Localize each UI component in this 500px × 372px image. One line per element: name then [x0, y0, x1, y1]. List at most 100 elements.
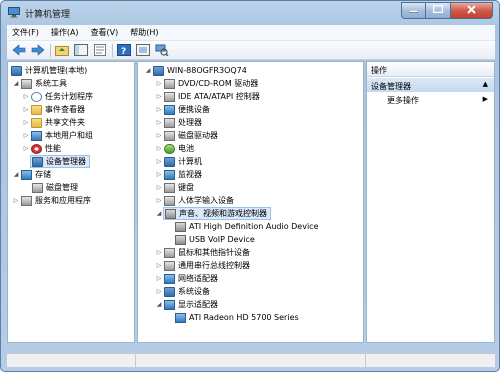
expander-icon[interactable]: ▷	[155, 80, 163, 87]
up-folder-icon[interactable]	[54, 43, 70, 58]
back-icon[interactable]	[11, 43, 27, 58]
local-users-icon	[31, 130, 42, 141]
menu-help[interactable]: 帮助(H)	[130, 27, 158, 38]
device-category-node[interactable]: ▷ 通用串行总线控制器	[155, 259, 250, 272]
disk-management-icon	[32, 182, 43, 193]
dvd-icon	[164, 78, 175, 89]
tree-node-system-tools[interactable]: ◢ 系统工具	[12, 77, 67, 90]
device-node[interactable]: USB VoIP Device	[174, 233, 255, 246]
device-node-label: 电池	[178, 144, 194, 153]
device-category-node[interactable]: ▷ 磁盘驱动器	[155, 129, 218, 142]
device-category-node[interactable]: ▷ 鼠标和其他指针设备	[155, 246, 250, 259]
expander-icon[interactable]: ▷	[155, 184, 163, 191]
expander-icon[interactable]: ◢	[12, 171, 20, 178]
tree-node-label: 事件查看器	[45, 105, 85, 114]
show-tree-icon[interactable]	[73, 43, 89, 58]
expander-icon[interactable]: ▷	[22, 132, 30, 139]
device-category-node[interactable]: ▷ 处理器	[155, 116, 202, 129]
close-button[interactable]	[451, 2, 493, 19]
toolbar-separator	[112, 43, 113, 57]
expander-icon[interactable]: ▷	[22, 93, 30, 100]
device-node[interactable]: ATI High Definition Audio Device	[174, 220, 319, 233]
tree-node-performance[interactable]: ▷ 性能	[22, 142, 61, 155]
more-actions-link[interactable]: 更多操作	[387, 95, 419, 106]
tree-node-services-apps[interactable]: ▷ 服务和应用程序	[12, 194, 91, 207]
expander-icon[interactable]: ▷	[22, 106, 30, 113]
device-category-node[interactable]: ▷ 人体学输入设备	[155, 194, 234, 207]
expander-icon[interactable]: ▷	[155, 158, 163, 165]
view-icon[interactable]	[135, 43, 151, 58]
expander-icon[interactable]: ◢	[155, 301, 163, 308]
tree-node-label: 本地用户和组	[45, 131, 93, 140]
expander-icon[interactable]: ▷	[155, 93, 163, 100]
status-cell	[136, 354, 366, 367]
device-node-label: 监视器	[178, 170, 202, 179]
tree-node-label: 任务计划程序	[45, 92, 93, 101]
tree-node-shared-folders[interactable]: ▷ 共享文件夹	[22, 116, 85, 129]
menu-file[interactable]: 文件(F)	[12, 27, 39, 38]
ide-controller-icon	[164, 91, 175, 102]
expander-icon[interactable]: ▷	[155, 145, 163, 152]
expander-icon[interactable]: ▷	[155, 197, 163, 204]
tree-node-computer-management[interactable]: 计算机管理(本地)	[10, 64, 87, 77]
collapse-arrow-icon[interactable]: ▲	[483, 80, 488, 88]
properties-icon[interactable]	[92, 43, 108, 58]
device-node[interactable]: ATI Radeon HD 5700 Series	[174, 311, 299, 324]
device-category-node[interactable]: ▷ 网络适配器	[155, 272, 218, 285]
expander-icon[interactable]: ▷	[155, 262, 163, 269]
help-icon[interactable]: ?	[116, 43, 132, 58]
device-category-node[interactable]: ▷ 监视器	[155, 168, 202, 181]
forward-icon[interactable]	[30, 43, 46, 58]
device-node-label: 声音、视频和游戏控制器	[179, 209, 267, 218]
device-category-node[interactable]: ▷ IDE ATA/ATAPI 控制器	[155, 90, 260, 103]
device-category-node[interactable]: ▷ 便携设备	[155, 103, 210, 116]
expander-icon[interactable]: ◢	[144, 67, 152, 74]
close-icon	[467, 4, 476, 17]
navigation-tree-pane[interactable]: 计算机管理(本地) ◢ 系统工具 ▷ 任务计划程序 ▷ 事件查看器 ▷ 共享文件…	[7, 61, 135, 343]
tree-node-task-scheduler[interactable]: ▷ 任务计划程序	[22, 90, 93, 103]
expander-icon[interactable]: ▷	[22, 119, 30, 126]
expander-icon[interactable]: ▷	[22, 145, 30, 152]
title-bar[interactable]: 计算机管理	[1, 1, 499, 25]
tree-node-disk-management[interactable]: 磁盘管理	[31, 181, 78, 194]
device-node-label: DVD/CD-ROM 驱动器	[178, 79, 259, 88]
device-tree-pane[interactable]: ◢ WIN-88OGFR3OQ74 ▷ DVD/CD-ROM 驱动器 ▷ IDE…	[137, 61, 364, 343]
expander-icon[interactable]: ▷	[155, 171, 163, 178]
expander-icon[interactable]: ◢	[12, 80, 20, 87]
maximize-button[interactable]	[426, 2, 451, 19]
minimize-button[interactable]	[401, 2, 426, 19]
expander-icon[interactable]: ◢	[155, 210, 163, 217]
tree-node-device-manager[interactable]: 设备管理器	[30, 155, 90, 168]
device-category-node[interactable]: ▷ 系统设备	[155, 285, 210, 298]
device-root-node[interactable]: ◢ WIN-88OGFR3OQ74	[144, 64, 247, 77]
expander-icon[interactable]: ▷	[155, 132, 163, 139]
expander-icon[interactable]: ▷	[155, 106, 163, 113]
tree-node-local-users[interactable]: ▷ 本地用户和组	[22, 129, 93, 142]
menu-view[interactable]: 查看(V)	[91, 27, 119, 38]
device-category-node[interactable]: ◢ 显示适配器	[155, 298, 218, 311]
device-node-label: ATI High Definition Audio Device	[189, 222, 319, 231]
status-cell	[366, 354, 495, 367]
device-category-node[interactable]: ▷ 计算机	[155, 155, 202, 168]
tree-node-event-viewer[interactable]: ▷ 事件查看器	[22, 103, 85, 116]
device-category-node[interactable]: ▷ 电池	[155, 142, 194, 155]
device-category-node-selected[interactable]: ◢ 声音、视频和游戏控制器	[155, 207, 271, 220]
expander-icon[interactable]: ▷	[155, 288, 163, 295]
actions-section-device-manager[interactable]: 设备管理器 ▲	[367, 78, 494, 92]
scan-hardware-icon[interactable]	[154, 43, 170, 58]
menu-action[interactable]: 操作(A)	[51, 27, 79, 38]
expander-icon[interactable]: ▷	[12, 197, 20, 204]
services-apps-icon	[21, 195, 32, 206]
expander-icon[interactable]: ▷	[155, 119, 163, 126]
processor-icon	[164, 117, 175, 128]
device-node-label: WIN-88OGFR3OQ74	[167, 66, 247, 75]
hid-icon	[164, 195, 175, 206]
expander-icon[interactable]: ▷	[155, 275, 163, 282]
expander-icon[interactable]: ▷	[155, 249, 163, 256]
tree-node-storage[interactable]: ◢ 存储	[12, 168, 51, 181]
device-category-node[interactable]: ▷ DVD/CD-ROM 驱动器	[155, 77, 258, 90]
status-bar	[7, 353, 495, 367]
tree-node-label: 存储	[35, 170, 51, 179]
submenu-arrow-icon[interactable]: ▶	[483, 95, 488, 103]
device-category-node[interactable]: ▷ 键盘	[155, 181, 194, 194]
